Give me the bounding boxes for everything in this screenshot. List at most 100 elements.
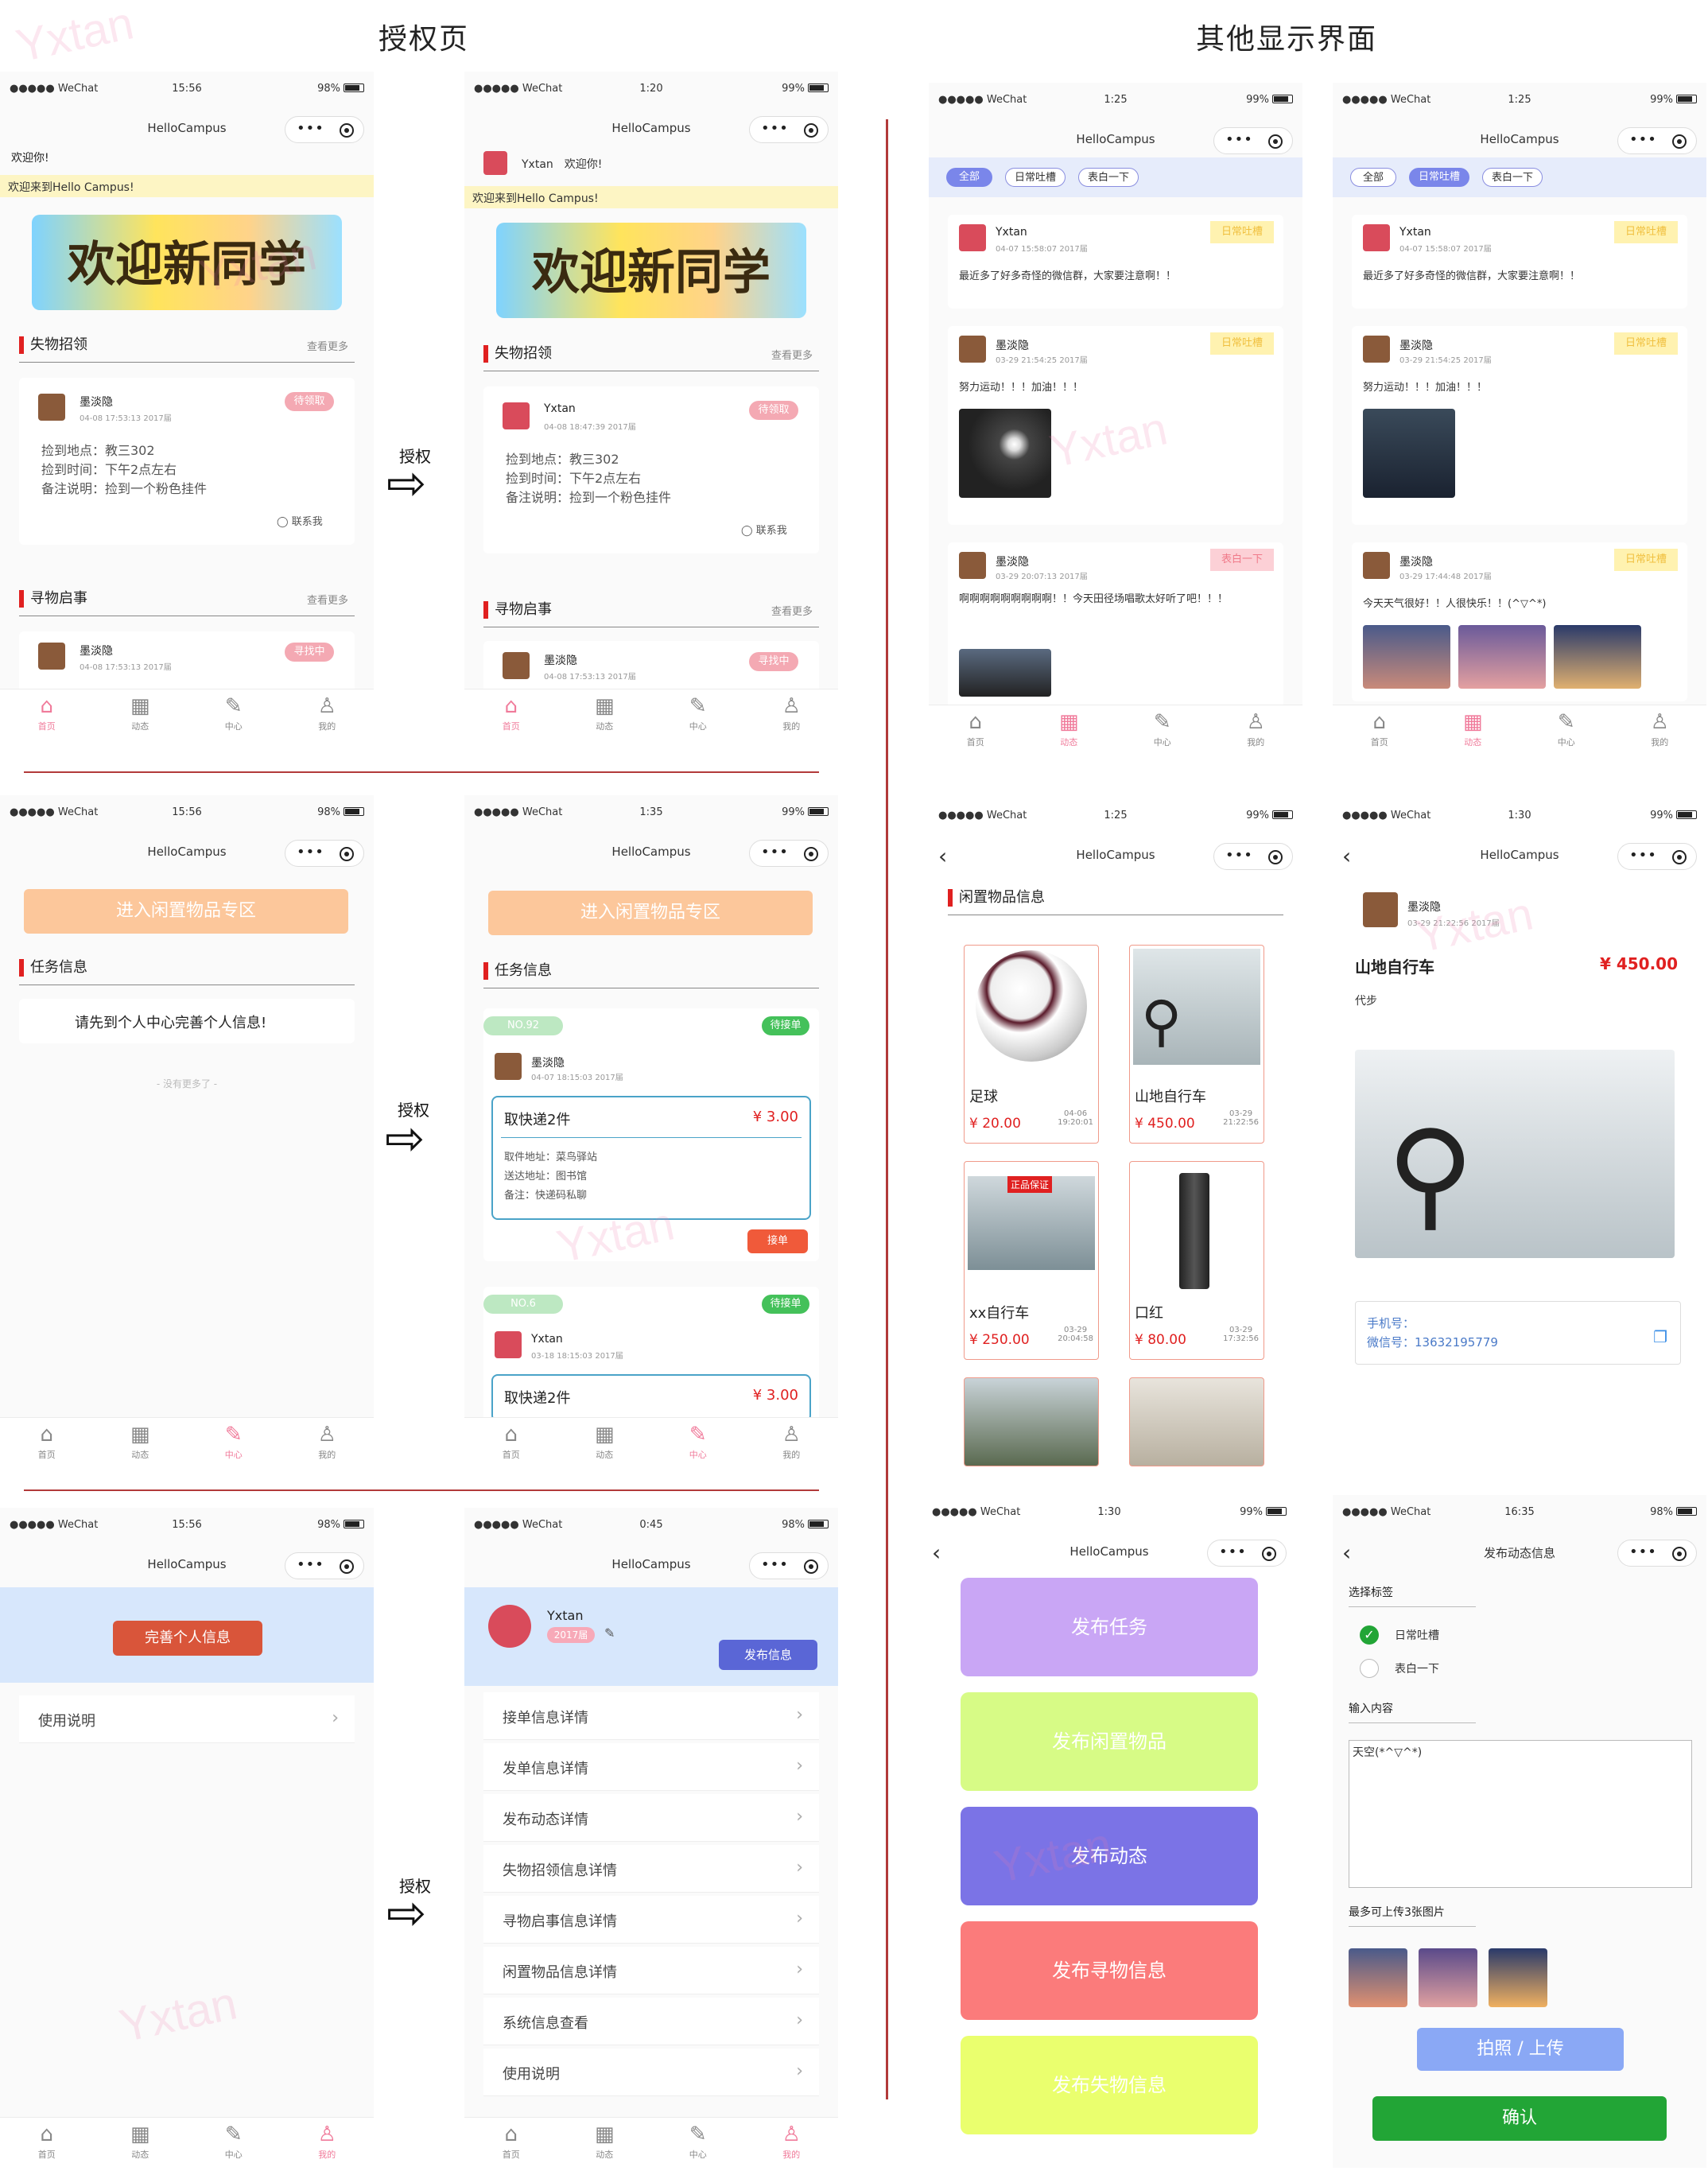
filter-daily[interactable]: 日常吐槽 bbox=[1409, 168, 1469, 187]
post-photo[interactable] bbox=[1363, 625, 1450, 689]
capsule-menu[interactable]: ••• bbox=[1213, 843, 1293, 870]
tab-mine[interactable]: ♙ 我的 bbox=[1209, 705, 1303, 755]
edit-icon[interactable]: ✎ bbox=[604, 1625, 615, 1641]
tab-feed[interactable]: ▦ 动态 bbox=[94, 689, 188, 740]
capsule-menu[interactable]: ••• bbox=[749, 116, 829, 143]
capsule-menu[interactable]: ••• bbox=[1213, 127, 1293, 154]
idle-zone-button[interactable]: 进入闲置物品专区 bbox=[24, 889, 348, 934]
tab-home[interactable]: ⌂ 首页 bbox=[1333, 705, 1427, 755]
find-more-link[interactable]: 查看更多 bbox=[307, 592, 348, 607]
mine-row[interactable]: 失物招领信息详情 › bbox=[483, 1845, 819, 1893]
tab-feed[interactable]: ▦ 动态 bbox=[1023, 705, 1116, 755]
tab-home[interactable]: ⌂ 首页 bbox=[464, 2118, 558, 2168]
task-card[interactable]: NO.92 待接单 墨淡隐 04-07 18:15:03 2017届 取快递2件… bbox=[483, 1008, 819, 1261]
upload-button[interactable]: 拍照 / 上传 bbox=[1417, 2028, 1624, 2071]
publish-lost-button[interactable]: 发布失物信息 bbox=[961, 2036, 1258, 2134]
feed-post[interactable]: 墨淡隐 03-29 21:54:25 2017届 日常吐槽 努力运动！！！加油！… bbox=[1352, 326, 1687, 525]
tab-mine[interactable]: ♙ 我的 bbox=[281, 2118, 375, 2168]
mine-row[interactable]: 发单信息详情 › bbox=[483, 1743, 819, 1791]
find-more-link[interactable]: 查看更多 bbox=[771, 603, 813, 618]
mine-row[interactable]: 闲置物品信息详情 › bbox=[483, 1947, 819, 1994]
filter-daily[interactable]: 日常吐槽 bbox=[1005, 168, 1066, 187]
feed-post[interactable]: Yxtan 04-07 15:58:07 2017届 日常吐槽 最近多了好多奇怪… bbox=[1352, 215, 1687, 309]
publish-button[interactable]: 发布信息 bbox=[719, 1640, 817, 1670]
tab-home[interactable]: ⌂ 首页 bbox=[464, 1418, 558, 1468]
lost-card[interactable]: 墨淡隐 04-08 17:53:13 2017届 待领取 捡到地点：教三302 … bbox=[19, 378, 355, 545]
manual-row[interactable]: 使用说明 › bbox=[19, 1695, 355, 1743]
idle-item-card[interactable]: 正品保证 xx自行车 ¥ 250.00 03-29 20:04:58 bbox=[964, 1161, 1099, 1360]
feed-post[interactable]: 墨淡隐 03-29 21:54:25 2017届 日常吐槽 努力运动！！！加油！… bbox=[948, 326, 1283, 525]
tab-mine[interactable]: ♙ 我的 bbox=[281, 1418, 375, 1468]
post-photo[interactable] bbox=[1363, 409, 1455, 498]
idle-item-card[interactable] bbox=[964, 1377, 1099, 1466]
tab-center[interactable]: ✎ 中心 bbox=[651, 689, 745, 740]
mine-row[interactable]: 发布动态详情 › bbox=[483, 1794, 819, 1842]
capsule-menu[interactable]: ••• bbox=[1617, 1540, 1697, 1567]
post-photo[interactable] bbox=[1458, 625, 1546, 689]
tab-center[interactable]: ✎ 中心 bbox=[651, 1418, 745, 1468]
filter-confess[interactable]: 表白一下 bbox=[1482, 168, 1543, 187]
capsule-menu[interactable]: ••• bbox=[749, 840, 829, 867]
tab-mine[interactable]: ♙ 我的 bbox=[745, 1418, 839, 1468]
tab-home[interactable]: ⌂ 首页 bbox=[0, 689, 94, 740]
filter-all[interactable]: 全部 bbox=[1350, 168, 1396, 187]
feed-post[interactable]: 墨淡隐 03-29 20:07:13 2017届 表白一下 啊啊啊啊啊啊啊啊啊！… bbox=[948, 542, 1283, 717]
mine-row[interactable]: 使用说明 › bbox=[483, 2049, 819, 2096]
capsule-menu[interactable]: ••• bbox=[285, 116, 364, 143]
tab-mine[interactable]: ♙ 我的 bbox=[281, 689, 375, 740]
tab-feed[interactable]: ▦ 动态 bbox=[1427, 705, 1520, 755]
idle-item-card[interactable]: 口红 ¥ 80.00 03-29 17:32:56 bbox=[1129, 1161, 1264, 1360]
tab-home[interactable]: ⌂ 首页 bbox=[0, 2118, 94, 2168]
tab-feed[interactable]: ▦ 动态 bbox=[558, 2118, 652, 2168]
upload-thumb[interactable] bbox=[1349, 1948, 1407, 2007]
option-confess[interactable]: 表白一下 bbox=[1395, 1660, 1439, 1676]
tab-center[interactable]: ✎ 中心 bbox=[187, 1418, 281, 1468]
post-photo[interactable] bbox=[959, 649, 1051, 697]
radio-checked-icon[interactable]: ✓ bbox=[1360, 1625, 1379, 1645]
lost-card[interactable]: Yxtan 04-08 18:47:39 2017届 待领取 捡到地点：教三30… bbox=[483, 386, 819, 553]
feed-post[interactable]: Yxtan 04-07 15:58:07 2017届 日常吐槽 最近多了好多奇怪… bbox=[948, 215, 1283, 309]
idle-item-card[interactable]: ⚲ 山地自行车 ¥ 450.00 03-29 21:22:56 bbox=[1129, 945, 1264, 1144]
feed-post[interactable]: 墨淡隐 03-29 17:44:48 2017届 日常吐槽 今天天气很好！！人很… bbox=[1352, 542, 1687, 701]
post-photo[interactable] bbox=[959, 409, 1051, 498]
publish-find-button[interactable]: 发布寻物信息 bbox=[961, 1921, 1258, 2020]
content-textarea[interactable]: 天空(*^▽^*) bbox=[1349, 1740, 1692, 1888]
idle-item-card[interactable]: 足球 ¥ 20.00 04-06 19:20:01 bbox=[964, 945, 1099, 1144]
find-card[interactable]: 墨淡隐 04-08 17:53:13 2017届 寻找中 bbox=[19, 631, 355, 695]
filter-confess[interactable]: 表白一下 bbox=[1078, 168, 1139, 187]
copy-icon[interactable]: ❐ bbox=[1653, 1327, 1667, 1346]
complete-info-button[interactable]: 完善个人信息 bbox=[113, 1621, 262, 1656]
lost-more-link[interactable]: 查看更多 bbox=[771, 347, 813, 362]
accept-button[interactable]: 接单 bbox=[747, 1229, 808, 1253]
tab-mine[interactable]: ♙ 我的 bbox=[1613, 705, 1707, 755]
radio-unchecked-icon[interactable] bbox=[1360, 1659, 1379, 1678]
tab-mine[interactable]: ♙ 我的 bbox=[745, 689, 839, 740]
capsule-menu[interactable]: ••• bbox=[285, 1552, 364, 1579]
upload-thumb[interactable] bbox=[1489, 1948, 1547, 2007]
publish-feed-button[interactable]: 发布动态 bbox=[961, 1807, 1258, 1905]
tab-center[interactable]: ✎ 中心 bbox=[187, 689, 281, 740]
lost-more-link[interactable]: 查看更多 bbox=[307, 338, 348, 353]
mine-row[interactable]: 接单信息详情 › bbox=[483, 1692, 819, 1740]
contact-link[interactable]: ◯ 联系我 bbox=[277, 513, 323, 528]
tab-center[interactable]: ✎ 中心 bbox=[1116, 705, 1209, 755]
upload-thumb[interactable] bbox=[1419, 1948, 1477, 2007]
tab-feed[interactable]: ▦ 动态 bbox=[94, 2118, 188, 2168]
publish-idle-button[interactable]: 发布闲置物品 bbox=[961, 1692, 1258, 1791]
tab-feed[interactable]: ▦ 动态 bbox=[558, 1418, 652, 1468]
capsule-menu[interactable]: ••• bbox=[1617, 127, 1697, 154]
tab-home[interactable]: ⌂ 首页 bbox=[464, 689, 558, 740]
idle-zone-button[interactable]: 进入闲置物品专区 bbox=[488, 891, 813, 935]
capsule-menu[interactable]: ••• bbox=[1207, 1540, 1287, 1567]
tab-center[interactable]: ✎ 中心 bbox=[1520, 705, 1613, 755]
publish-task-button[interactable]: 发布任务 bbox=[961, 1578, 1258, 1676]
tab-feed[interactable]: ▦ 动态 bbox=[558, 689, 652, 740]
tab-feed[interactable]: ▦ 动态 bbox=[94, 1418, 188, 1468]
confirm-button[interactable]: 确认 bbox=[1372, 2096, 1667, 2141]
mine-row[interactable]: 寻物启事信息详情 › bbox=[483, 1896, 819, 1944]
tab-home[interactable]: ⌂ 首页 bbox=[929, 705, 1023, 755]
filter-all[interactable]: 全部 bbox=[946, 168, 992, 187]
idle-item-card[interactable] bbox=[1129, 1377, 1264, 1466]
tab-home[interactable]: ⌂ 首页 bbox=[0, 1418, 94, 1468]
item-photo[interactable]: ⚲ bbox=[1355, 1050, 1675, 1258]
